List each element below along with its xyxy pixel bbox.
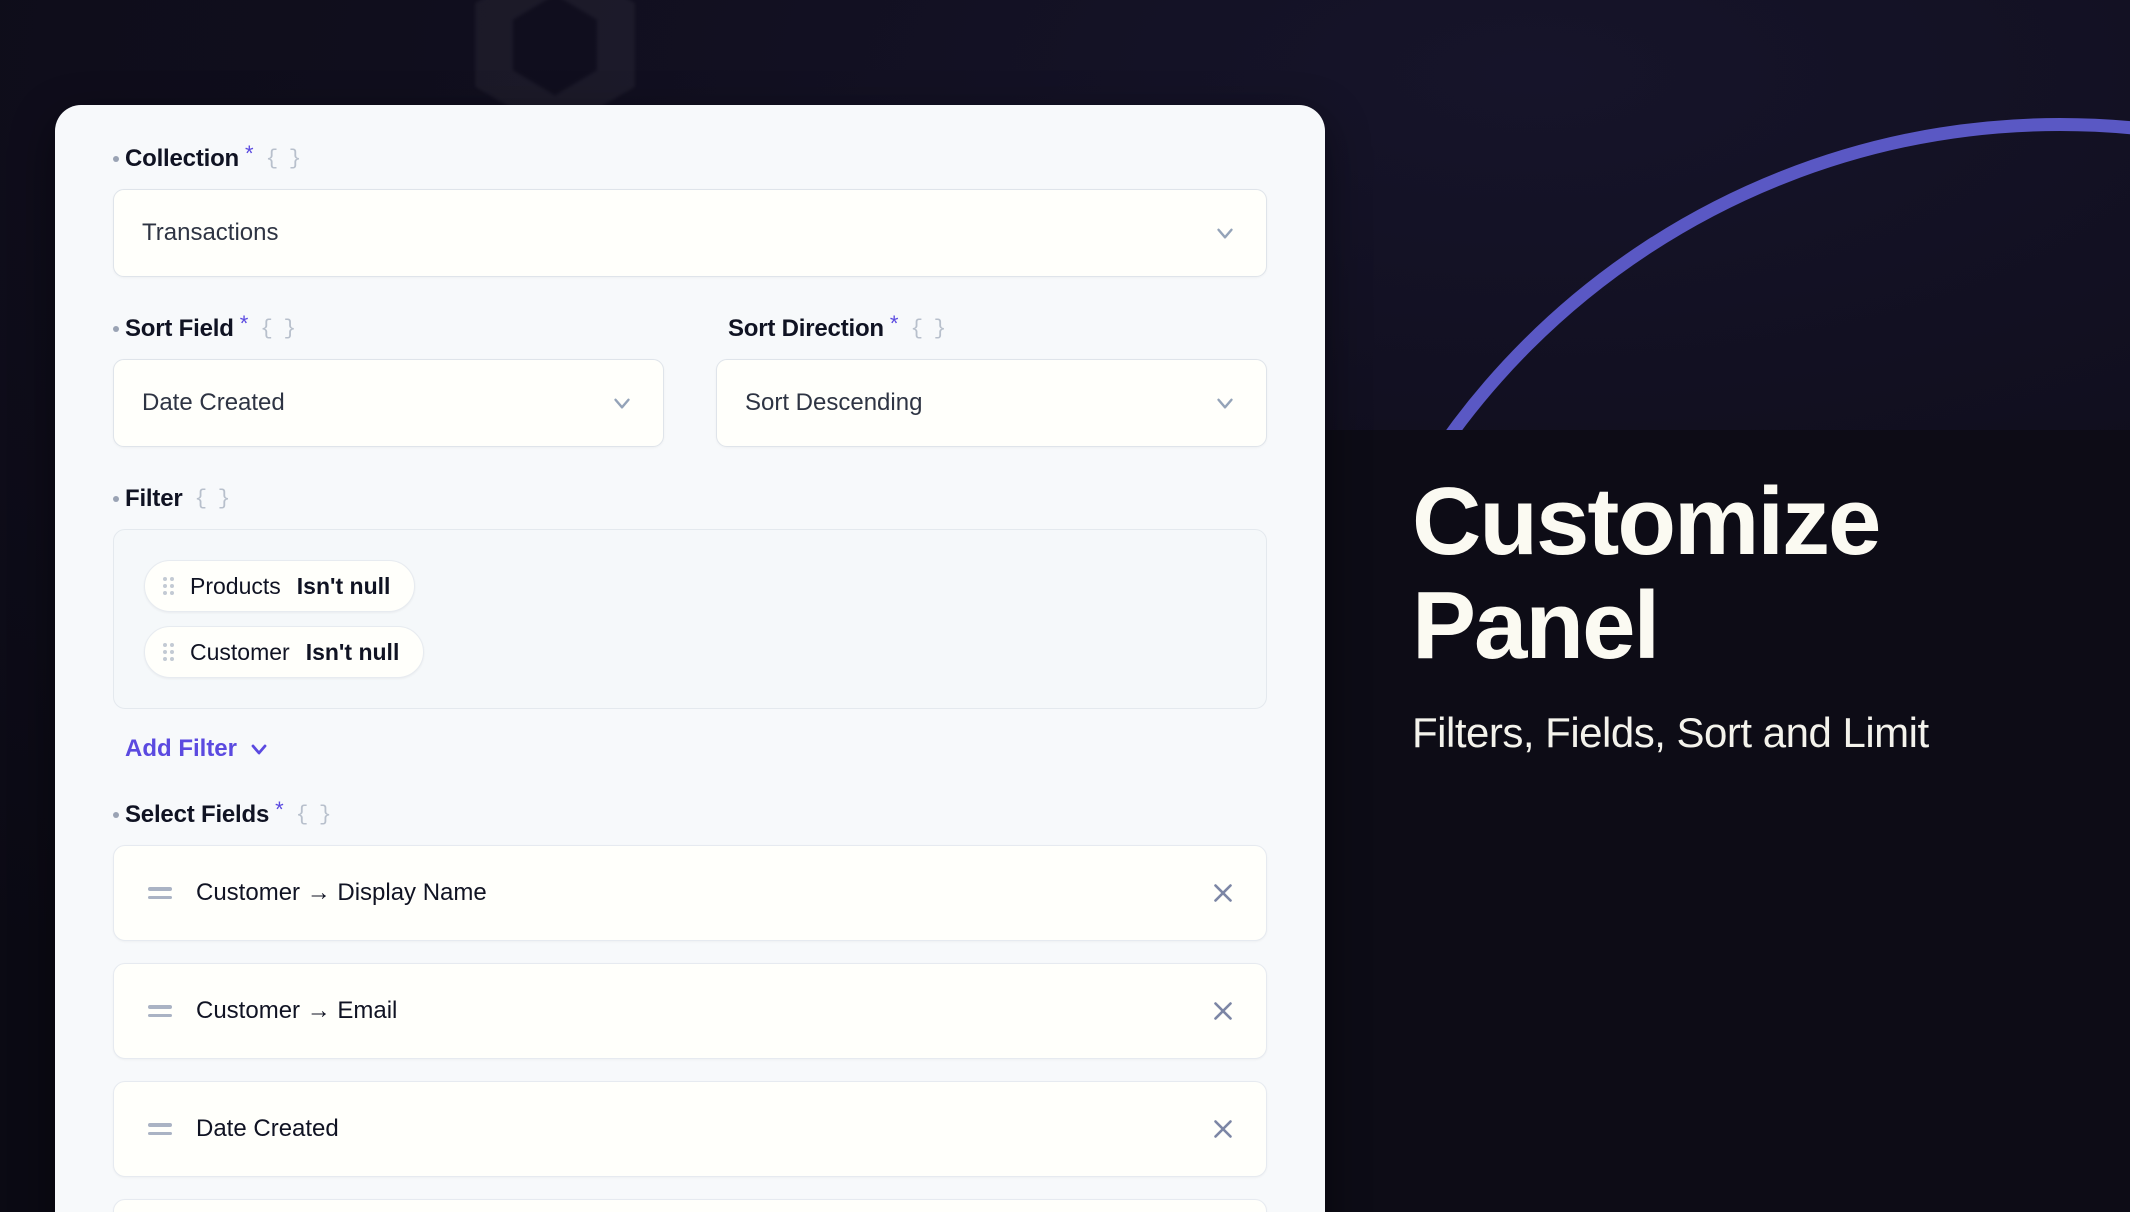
required-asterisk-icon: * <box>245 141 254 166</box>
drag-handle-icon[interactable] <box>163 577 174 595</box>
sort-field-label-group: Sort Field * { } <box>113 311 664 343</box>
required-asterisk-icon: * <box>889 311 899 336</box>
collection-label: Collection <box>125 145 240 172</box>
customize-panel-card: Collection * { } Transactions Sort Field… <box>55 105 1325 1212</box>
chevron-down-icon <box>1217 228 1233 239</box>
chevron-down-icon <box>251 744 267 755</box>
filter-pill-field: Customer <box>190 638 290 665</box>
sort-field-select[interactable]: Date Created <box>113 359 664 447</box>
sort-direction-group: Sort Direction * { } Sort Descending <box>716 311 1267 447</box>
bullet-icon <box>113 156 119 162</box>
drag-handle-icon[interactable] <box>148 1123 172 1135</box>
remove-field-icon[interactable] <box>1208 1114 1238 1144</box>
hero-title: Customize Panel <box>1412 470 2112 677</box>
select-fields-label-group: Select Fields * { } <box>113 797 1267 829</box>
selected-field-row[interactable]: Customer → Display Name <box>113 845 1267 941</box>
bullet-icon <box>113 326 119 332</box>
selected-field-label: Customer → Display Name <box>196 879 487 906</box>
required-asterisk-icon: * <box>239 311 249 336</box>
code-braces-icon[interactable]: { } <box>260 318 296 341</box>
filter-label-group: Filter { } <box>113 485 1267 513</box>
sort-field-select-value: Date Created <box>142 389 285 416</box>
selected-field-row-left: Date Created <box>148 1115 339 1143</box>
sort-direction-select[interactable]: Sort Descending <box>716 359 1267 447</box>
selected-field-label: Customer → Email <box>196 997 398 1024</box>
hero-subtitle: Filters, Fields, Sort and Limit <box>1412 709 1929 757</box>
filter-drop-area[interactable]: Products Isn't null Customer Isn't null <box>113 529 1267 709</box>
hero-text-block: Customize Panel Filters, Fields, Sort an… <box>1412 470 2112 757</box>
sort-direction-label-group: Sort Direction * { } <box>716 311 1267 343</box>
sort-row: Sort Field * { } Date Created Sort Direc… <box>113 311 1267 447</box>
sort-field-group: Sort Field * { } Date Created <box>113 311 664 447</box>
filter-pill-field: Products <box>190 572 281 599</box>
select-fields-label: Select Fields <box>125 801 270 828</box>
code-braces-icon[interactable]: { } <box>296 804 332 827</box>
selected-field-row[interactable]: Date Created <box>113 1081 1267 1177</box>
selected-field-row-left: Customer → Email <box>148 997 397 1025</box>
selected-field-row-left: Customer → Display Name <box>148 879 487 907</box>
drag-handle-icon[interactable] <box>148 1005 172 1017</box>
filter-label: Filter <box>125 485 183 512</box>
drag-handle-icon[interactable] <box>163 643 174 661</box>
filter-pill-operator: Isn't null <box>296 572 391 599</box>
filter-pill[interactable]: Customer Isn't null <box>144 626 425 678</box>
chevron-down-icon <box>1217 398 1233 409</box>
code-braces-icon[interactable]: { } <box>266 148 302 171</box>
remove-field-icon[interactable] <box>1208 996 1238 1026</box>
drag-handle-icon[interactable] <box>148 887 172 899</box>
collection-label-group: Collection * { } <box>113 141 1267 173</box>
bullet-icon <box>113 812 119 818</box>
filter-pill-operator: Isn't null <box>305 638 400 665</box>
hero-title-line-1: Customize <box>1412 468 1881 575</box>
add-filter-label: Add Filter <box>125 735 237 762</box>
collection-select[interactable]: Transactions <box>113 189 1267 277</box>
code-braces-icon[interactable]: { } <box>194 488 230 511</box>
selected-field-label: Date Created <box>196 1115 339 1142</box>
selected-field-row[interactable]: Customer → Email <box>113 963 1267 1059</box>
add-filter-button[interactable]: Add Filter <box>125 735 271 763</box>
sort-field-label: Sort Field <box>125 315 234 342</box>
selected-field-row[interactable] <box>113 1199 1267 1212</box>
sort-direction-label: Sort Direction <box>728 315 884 342</box>
chevron-down-icon <box>614 398 630 409</box>
hero-title-line-2: Panel <box>1412 571 1660 679</box>
code-braces-icon[interactable]: { } <box>910 318 946 341</box>
collection-select-value: Transactions <box>142 219 279 246</box>
filter-pill[interactable]: Products Isn't null <box>144 560 416 612</box>
remove-field-icon[interactable] <box>1208 878 1238 908</box>
required-asterisk-icon: * <box>275 797 284 822</box>
sort-direction-select-value: Sort Descending <box>745 389 923 416</box>
bullet-icon <box>113 496 119 502</box>
